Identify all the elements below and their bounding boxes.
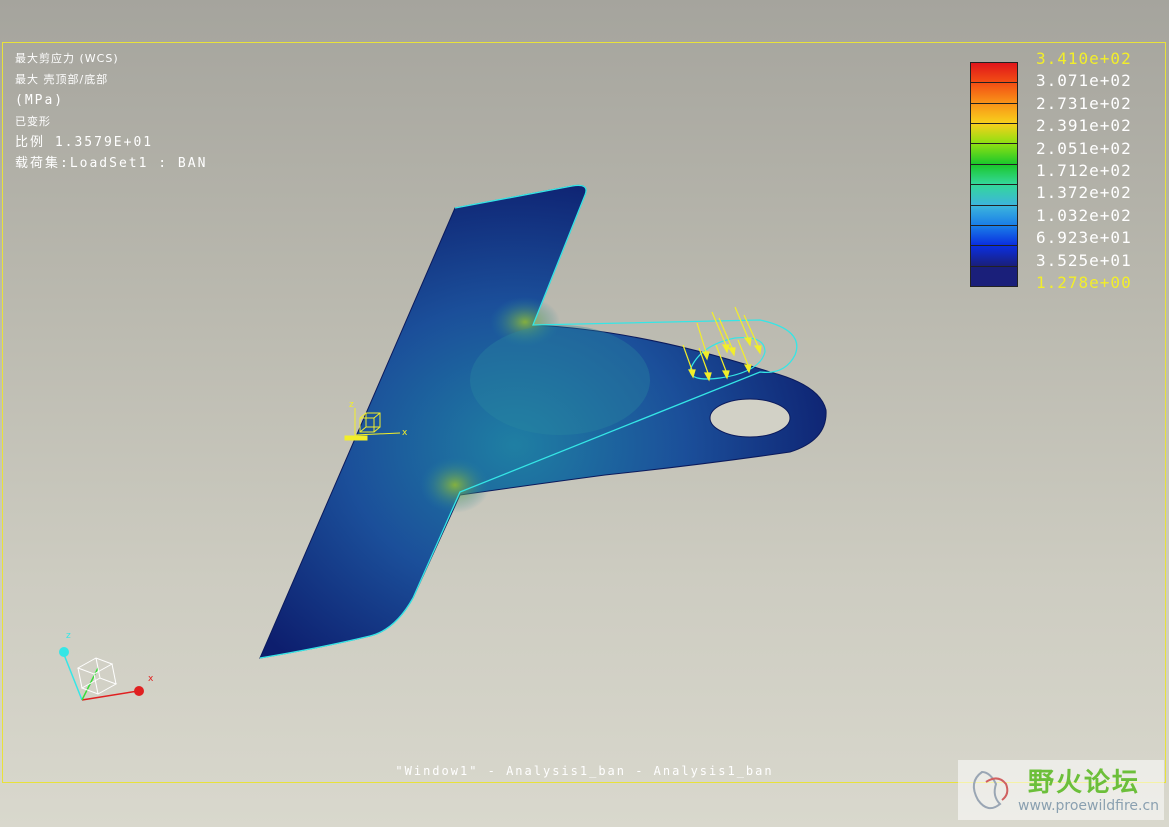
legend-value-label: 6.923e+01 [1036, 228, 1132, 248]
result-info-panel: 最大剪应力 (WCS) 最大 壳顶部/底部 (MPa) 已变形 比例 1.357… [15, 48, 207, 174]
legend-swatch [971, 205, 1017, 226]
legend-swatch [971, 144, 1017, 165]
legend-swatch [971, 164, 1017, 186]
watermark-logo-icon [972, 770, 1009, 810]
legend-swatch [971, 266, 1017, 286]
hole [709, 398, 791, 438]
legend-swatch [971, 124, 1017, 145]
hot-spot-center [470, 325, 650, 435]
color-legend-bar [970, 62, 1018, 287]
loadset-label: 载荷集:LoadSet1 : BAN [15, 156, 208, 171]
legend-value-label: 1.712e+02 [1036, 161, 1132, 180]
legend-swatch [971, 246, 1017, 267]
legend-value-label: 2.391e+02 [1036, 116, 1132, 136]
result-quantity-label: 最大剪应力 (WCS) [15, 52, 119, 65]
csys-marker-x-label: x [402, 428, 408, 438]
legend-value-label: 3.410e+02 [1036, 49, 1132, 68]
watermark-title: 野火论坛 [1028, 768, 1141, 798]
legend-swatch [971, 63, 1017, 84]
legend-value-label: 3.071e+02 [1036, 71, 1132, 91]
legend-value-label: 1.278e+00 [1036, 273, 1132, 292]
legend-value-label: 2.051e+02 [1036, 138, 1132, 158]
legend-value-label: 1.372e+02 [1036, 183, 1132, 203]
watermark-url: www.proewildfire.cn [1018, 798, 1160, 814]
legend-value-label: 1.032e+02 [1036, 205, 1132, 225]
legend-swatch [971, 83, 1017, 104]
scale-label: 比例 1.3579E+01 [15, 135, 154, 150]
view-triad [59, 647, 144, 701]
legend-value-label: 3.525e+01 [1036, 250, 1132, 270]
watermark: 野火论坛 www.proewildfire.cn [958, 760, 1164, 820]
legend-swatch [971, 225, 1017, 247]
csys-marker-z-label: z [349, 400, 354, 410]
legend-swatch [971, 185, 1017, 206]
deformed-label: 已变形 [15, 115, 51, 128]
legend-swatch [971, 103, 1017, 125]
triad-x-label: x [148, 674, 154, 684]
shell-location-label: 最大 壳顶部/底部 [15, 73, 109, 86]
legend-value-label: 2.731e+02 [1036, 93, 1132, 113]
triad-z-label: z [66, 631, 71, 641]
units-label: (MPa) [15, 93, 65, 108]
